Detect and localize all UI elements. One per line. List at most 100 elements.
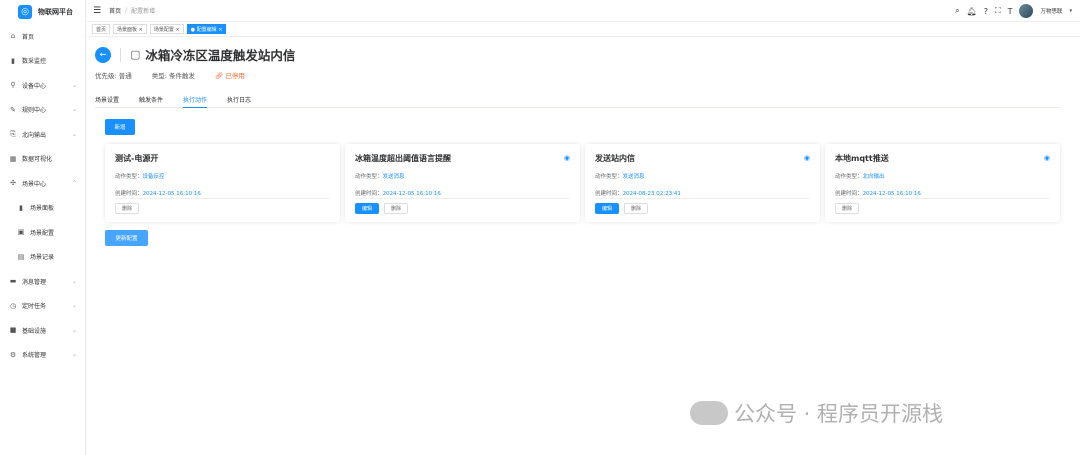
created-time: 创建时间：2024-12-05 16:10:16 (835, 191, 921, 197)
menu-toggle-icon[interactable]: ☰ (93, 6, 101, 16)
action-card: 发送站内信 ◉ 动作类型：发送消息 创建时间：2024-08-23 02:23:41 编… (585, 144, 820, 222)
sidebar-item[interactable]: ▣ 场景配置 (0, 220, 85, 245)
close-icon[interactable]: × (218, 27, 222, 33)
created-time: 创建时间：2024-12-05 16:10:16 (115, 191, 201, 197)
sidebar-item-label: 数据可视化 (22, 156, 53, 164)
sidebar-item-label: 定时任务 (22, 303, 47, 311)
tab-trigger-conditions[interactable]: 触发条件 (139, 95, 163, 108)
delete-button[interactable]: 删除 (624, 203, 648, 214)
edit-button[interactable]: 编辑 (355, 203, 379, 214)
bell-icon[interactable]: 🔔︎ (967, 7, 977, 16)
back-button[interactable]: ← (95, 46, 111, 63)
chevron-down-icon: ⌄ (71, 302, 77, 310)
action-card: 测试-电源开 动作类型：设备反控创建时间：2024-12-05 16:10:16 删… (105, 144, 340, 222)
add-button[interactable]: 新增 (105, 119, 135, 135)
edit-button[interactable]: 编辑 (595, 203, 619, 214)
tab-actions[interactable]: 执行动作 (183, 95, 208, 108)
action-type: 动作类型：设备反控 (115, 174, 165, 180)
output-icon: ⎘ (10, 129, 16, 138)
sidebar-item[interactable]: ▮ 数采监控 (0, 49, 85, 74)
help-icon[interactable]: ? (984, 7, 988, 16)
fullscreen-icon[interactable]: ⛶ (995, 6, 1001, 16)
action-type: 动作类型：北向输出 (835, 174, 885, 180)
tag-item[interactable]: 首页 (92, 24, 111, 34)
font-size-icon[interactable]: T (1008, 7, 1013, 16)
delete-button[interactable]: 删除 (835, 203, 859, 214)
rule-icon: ✎ (10, 105, 16, 114)
breadcrumb-current: 配置新增 (131, 8, 156, 15)
scene-icon: ✣ (10, 179, 16, 188)
sidebar-item[interactable]: ▦ 数据可视化 (0, 147, 85, 172)
page-title: 冰箱冷冻区温度触发站内信 (145, 48, 296, 63)
sidebar-item-label: 消息管理 (22, 278, 47, 286)
chevron-down-icon: ⌄ (71, 106, 77, 114)
save-config-button[interactable]: 更新配置 (105, 230, 148, 246)
action-type: 动作类型：发送消息 (355, 174, 405, 180)
app-name: 物联网平台 (38, 8, 73, 16)
sidebar-item-label: 首页 (22, 33, 35, 41)
visual-icon: ▦ (9, 154, 17, 163)
chevron-down-icon: ⌄ (71, 326, 77, 334)
device-icon: ⚲ (10, 81, 16, 90)
sidebar-item[interactable]: ■ 基础设施 ⌄ (0, 318, 85, 343)
sidebar-item-label: 设备中心 (22, 82, 47, 90)
sidebar-item-label: 场景记录 (30, 254, 55, 262)
sidebar-item[interactable]: ⚲ 设备中心 ⌄ (0, 73, 85, 98)
avatar[interactable] (1019, 4, 1034, 18)
sidebar-item[interactable]: ▬ 消息管理 ⌄ (0, 269, 85, 294)
tag-item[interactable]: 场景配置 × (149, 24, 184, 34)
status-badge: 🔗︎ 已停用 (215, 72, 245, 80)
chevron-down-icon: ⌄ (71, 351, 77, 359)
scene-icon: ▢ (130, 48, 141, 61)
close-icon[interactable]: × (139, 27, 143, 33)
sidebar-item[interactable]: ▤ 场景记录 (0, 245, 85, 270)
tabs: 场景设置 触发条件 执行动作 执行日志 (95, 95, 1060, 108)
sidebar-item[interactable]: ✣ 场景中心 ^ (0, 171, 85, 196)
sidebar-item[interactable]: ▮ 场景面板 (0, 196, 85, 221)
header: ☰ 首页 / 配置新增 ⌕ 🔔︎ ? ⛶ T 万物思联 ▾ (87, 0, 1080, 22)
chevron-up-icon: ^ (71, 179, 77, 187)
close-icon[interactable]: × (175, 27, 179, 33)
sidebar-item[interactable]: ◷ 定时任务 ⌄ (0, 294, 85, 319)
sidebar-item-label: 基础设施 (22, 327, 47, 335)
tab-scene-settings[interactable]: 场景设置 (95, 95, 119, 108)
sidebar-item[interactable]: ⚙ 系统管理 ⌄ (0, 343, 85, 368)
action-card: 冰箱温度超出阈值语言提醒 ◉ 动作类型：发送消息创建时间：2024-12-05 16… (345, 144, 580, 222)
home-icon: ⌂ (10, 32, 16, 41)
sidebar-item[interactable]: ⎘ 北向输出 ⌄ (0, 122, 85, 147)
sidebar-item[interactable]: ✎ 规则中心 ⌄ (0, 98, 85, 123)
created-time: 创建时间：2024-12-05 16:10:16 (355, 191, 441, 197)
logo-icon: ◎ (18, 5, 32, 19)
chevron-down-icon: ⌄ (71, 277, 77, 285)
delete-button[interactable]: 删除 (115, 203, 139, 214)
sidebar-item[interactable]: ⌂ 首页 (0, 24, 85, 49)
eye-icon[interactable]: ◉ (1044, 154, 1050, 162)
scene-type: 类型: 条件触发 (151, 72, 196, 80)
gear-icon: ⚙ (9, 350, 17, 359)
tab-logs[interactable]: 执行日志 (227, 95, 251, 108)
chevron-down-icon: ⌄ (71, 130, 77, 138)
clock-icon: ◷ (9, 301, 17, 310)
card-title: 冰箱温度超出阈值语言提醒 (355, 154, 451, 163)
message-icon: ▬ (9, 277, 17, 286)
action-card: 本地mqtt推送 ◉ 动作类型：北向输出 创建时间：2024-12-05 16:10:… (825, 144, 1060, 222)
infra-icon: ■ (9, 326, 17, 335)
eye-icon[interactable]: ◉ (564, 154, 570, 162)
search-icon[interactable]: ⌕ (955, 6, 959, 16)
chevron-down-icon[interactable]: ▾ (1069, 8, 1072, 14)
sidebar-item-label: 场景配置 (30, 229, 55, 237)
tags-bar: 首页 场景面板 × 场景配置 × ● 配置编辑 × (87, 22, 1080, 37)
sidebar-item-label: 场景面板 (30, 205, 55, 213)
breadcrumb-home[interactable]: 首页 (109, 6, 121, 15)
tag-item[interactable]: 场景面板 × (113, 24, 147, 34)
delete-button[interactable]: 删除 (384, 203, 408, 214)
bar-icon: ▮ (19, 203, 23, 212)
link-icon: 🔗︎ (215, 72, 224, 80)
user-name[interactable]: 万物思联 (1040, 7, 1062, 15)
config-icon: ▣ (17, 228, 25, 237)
eye-icon[interactable]: ◉ (804, 154, 810, 162)
tag-item[interactable]: ● 配置编辑 × (186, 24, 227, 34)
card-title: 测试-电源开 (115, 154, 159, 163)
sidebar-item-label: 场景中心 (22, 180, 47, 188)
priority: 优先级: 普通 (95, 72, 132, 80)
